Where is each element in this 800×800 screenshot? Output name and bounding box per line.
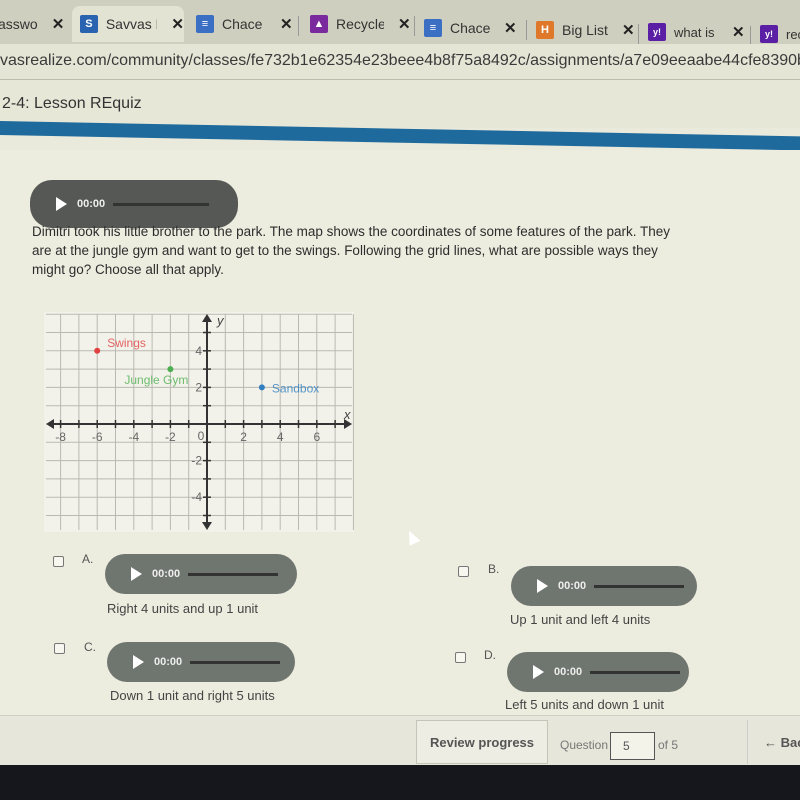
tab-chace-1[interactable]: ≡ Chace F ✕: [196, 6, 300, 42]
coordinate-grid-map: xy-8 -6 -4 -2 0 2 4 642-2-4SwingsJungle GymSand…: [44, 312, 354, 532]
tab-big-list[interactable]: H Big List ✕: [536, 12, 636, 48]
url-text[interactable]: vasrealize.com/community/classes/fe732b1…: [0, 52, 800, 70]
answer-c-audio-player[interactable]: 00:00: [107, 642, 295, 682]
audio-time: 00:00: [558, 580, 587, 592]
close-icon[interactable]: ✕: [52, 15, 65, 33]
audio-progress-track[interactable]: [594, 584, 685, 588]
y-tick-label: -2: [191, 454, 202, 468]
audio-time: 00:00: [554, 666, 583, 678]
tab-label: asswo: [0, 16, 38, 32]
x-tick-label: 4: [277, 430, 284, 444]
app-header: 2-4: Lesson REquiz: [0, 80, 800, 128]
answer-b-letter: B.: [488, 562, 500, 576]
question-total: of 5: [658, 738, 679, 752]
question-number-input[interactable]: [610, 732, 655, 760]
answer-d-text: Left 5 units and down 1 unit: [505, 697, 665, 712]
answer-c-letter: C.: [84, 640, 96, 654]
question-text: Dimitri took his little brother to the p…: [32, 224, 671, 277]
back-button[interactable]: ← Bac: [747, 720, 800, 764]
play-icon[interactable]: [131, 567, 142, 581]
yahoo-icon: y!: [760, 25, 778, 43]
point-label: Swings: [107, 336, 146, 350]
audio-time: 00:00: [152, 568, 181, 580]
tab-label: Savvas R: [105, 16, 158, 32]
yahoo-icon: y!: [648, 23, 666, 41]
close-icon[interactable]: ✕: [280, 15, 293, 33]
point-label: Sandbox: [272, 381, 319, 395]
address-bar[interactable]: vasrealize.com/community/classes/fe732b1…: [0, 44, 800, 80]
close-icon[interactable]: ✕: [732, 23, 745, 41]
play-icon[interactable]: [533, 665, 544, 679]
answer-d-audio-player[interactable]: 00:00: [507, 652, 689, 692]
x-tick-label: -2: [165, 430, 176, 444]
audio-time: 00:00: [154, 656, 183, 668]
classroom-icon: ▲: [310, 15, 328, 33]
tab-separator: [638, 24, 639, 44]
tab-passwords[interactable]: asswo ✕: [0, 6, 70, 42]
browser-window: asswo ✕ S Savvas R ✕ ≡ Chace F ✕ ▲ Recyc…: [0, 0, 800, 765]
tab-separator: [414, 16, 415, 36]
y-tick-label: -4: [191, 490, 202, 504]
x-tick-label: 0: [198, 429, 205, 443]
tab-strip: asswo ✕ S Savvas R ✕ ≡ Chace F ✕ ▲ Recyc…: [0, 0, 800, 46]
tab-recycle[interactable]: ▲ Recycle ✕: [310, 6, 414, 42]
quiz-footer: Review progress Question of 5 ← Bac: [0, 715, 800, 765]
point-jungle-gym: [167, 366, 174, 373]
answer-a-checkbox[interactable]: [53, 556, 64, 567]
close-icon[interactable]: ✕: [504, 19, 517, 37]
answer-a-text: Right 4 units and up 1 unit: [107, 601, 259, 616]
tab-savvas[interactable]: S Savvas R ✕: [72, 6, 184, 42]
x-tick-label: -4: [128, 430, 139, 444]
y-tick-label: 2: [195, 380, 202, 394]
play-icon[interactable]: [133, 655, 144, 669]
point-label: Jungle Gym: [124, 373, 188, 387]
x-tick-label: 2: [240, 430, 247, 444]
audio-progress-track[interactable]: [113, 202, 210, 206]
page-title: 2-4: Lesson REquiz: [2, 95, 142, 112]
audio-progress-track[interactable]: [590, 670, 681, 674]
answer-b-checkbox[interactable]: [458, 566, 469, 577]
docs-icon: ≡: [424, 19, 442, 37]
tab-label: Recycle: [336, 16, 384, 32]
answer-a-letter: A.: [82, 552, 94, 566]
tab-chace-2[interactable]: ≡ Chace F ✕: [424, 10, 524, 46]
answer-b-text: Up 1 unit and left 4 units: [510, 612, 651, 627]
docs-icon: ≡: [196, 15, 214, 33]
tab-separator: [298, 16, 299, 36]
x-tick-label: -6: [92, 430, 103, 444]
audio-time: 00:00: [77, 198, 106, 210]
answer-c-checkbox[interactable]: [54, 643, 65, 654]
question-label: Question: [560, 738, 609, 752]
h-icon: H: [536, 21, 554, 39]
answer-b-audio-player[interactable]: 00:00: [511, 566, 697, 606]
answer-a-audio-player[interactable]: 00:00: [105, 554, 297, 594]
audio-progress-track[interactable]: [190, 660, 281, 664]
tab-label: Chace F: [450, 20, 490, 36]
x-axis-label: x: [343, 407, 351, 422]
review-progress-button[interactable]: Review progress: [416, 720, 548, 764]
close-icon[interactable]: ✕: [398, 15, 411, 33]
tab-label: Chace F: [222, 16, 266, 32]
close-icon[interactable]: ✕: [622, 21, 635, 39]
savvas-icon: S: [80, 15, 98, 33]
x-tick-label: 6: [313, 430, 320, 444]
tab-label: rec: [786, 26, 800, 42]
point-swings: [94, 347, 101, 354]
y-tick-label: 4: [195, 344, 202, 358]
tab-separator: [750, 26, 751, 46]
answer-d-letter: D.: [484, 648, 496, 662]
answer-d-checkbox[interactable]: [455, 652, 466, 663]
audio-progress-track[interactable]: [188, 572, 279, 576]
question-audio-player[interactable]: 00:00: [30, 180, 238, 228]
tab-label: Big List: [562, 22, 608, 38]
tab-label: what is: [674, 24, 715, 40]
answer-c-text: Down 1 unit and right 5 units: [110, 688, 275, 703]
tab-separator: [526, 20, 527, 40]
play-icon[interactable]: [56, 197, 67, 211]
close-icon[interactable]: ✕: [171, 15, 184, 33]
point-sandbox: [258, 384, 265, 391]
x-tick-label: -8: [55, 430, 66, 444]
play-icon[interactable]: [537, 579, 548, 593]
